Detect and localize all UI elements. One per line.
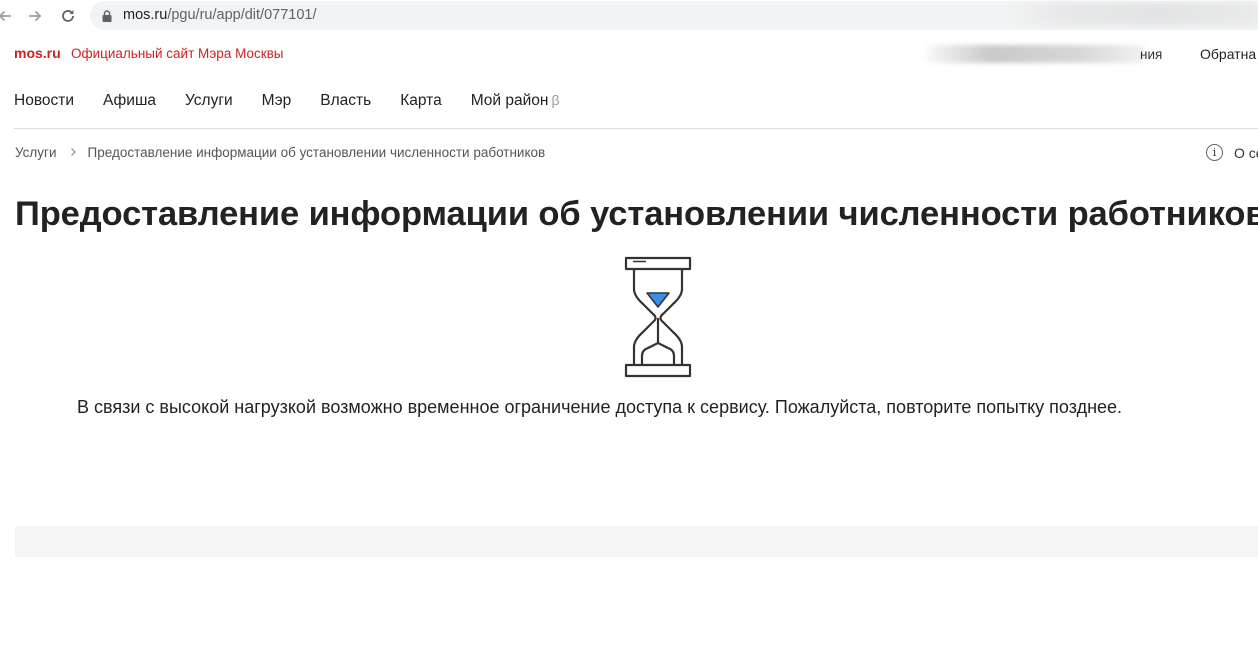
nav-item-news[interactable]: Новости (14, 92, 74, 114)
nav-item-my-district-label: Мой район (470, 92, 549, 109)
reload-icon[interactable] (55, 4, 81, 28)
site-header: mos.ru Официальный сайт Мэра Москвы ния … (0, 33, 1258, 75)
service-unavailable-message: В связи с высокой нагрузкой возможно вре… (77, 397, 1123, 417)
nav-item-services[interactable]: Услуги (185, 92, 233, 114)
header-divider (14, 128, 1258, 129)
breadcrumb-root[interactable]: Услуги (15, 145, 57, 160)
nav-item-government[interactable]: Власть (320, 92, 371, 114)
hourglass-icon (624, 256, 692, 380)
breadcrumb-current: Предоставление информации об установлени… (87, 145, 546, 160)
arrow-left-icon[interactable] (0, 4, 18, 28)
header-link-partial[interactable]: ния (1140, 47, 1162, 62)
page-title: Предоставление информации об установлени… (15, 195, 1258, 233)
about-service-label: О се (1234, 144, 1258, 161)
nav-item-map[interactable]: Карта (400, 92, 441, 114)
nav-item-my-district[interactable]: Мой район β (471, 92, 560, 114)
url-path: /pgu/ru/app/dit/077101/ (167, 7, 317, 23)
feedback-link[interactable]: Обратна (1200, 46, 1256, 62)
browser-toolbar: mos.ru/pgu/ru/app/dit/077101/ (0, 0, 1258, 33)
main-navigation: Новости Афиша Услуги Мэр Власть Карта Мо… (14, 92, 589, 114)
site-tagline[interactable]: Официальный сайт Мэра Москвы (71, 46, 284, 61)
beta-badge: β (551, 92, 560, 108)
nav-item-afisha[interactable]: Афиша (103, 92, 156, 114)
blurred-user-links (925, 45, 1145, 63)
blurred-extensions-area (1010, 3, 1258, 25)
arrow-right-icon[interactable] (22, 4, 48, 28)
url-text: mos.ru/pgu/ru/app/dit/077101/ (123, 7, 316, 23)
site-logo[interactable]: mos.ru (14, 45, 61, 61)
lock-icon (102, 9, 112, 22)
content-footer-bar (15, 526, 1258, 557)
about-service-link[interactable]: i О се (1206, 144, 1258, 161)
breadcrumb: Услуги Предоставление информации об уста… (15, 145, 545, 160)
info-icon: i (1206, 144, 1223, 161)
nav-item-mayor[interactable]: Мэр (262, 92, 292, 114)
chevron-right-icon (70, 146, 77, 160)
url-domain: mos.ru (123, 7, 168, 23)
